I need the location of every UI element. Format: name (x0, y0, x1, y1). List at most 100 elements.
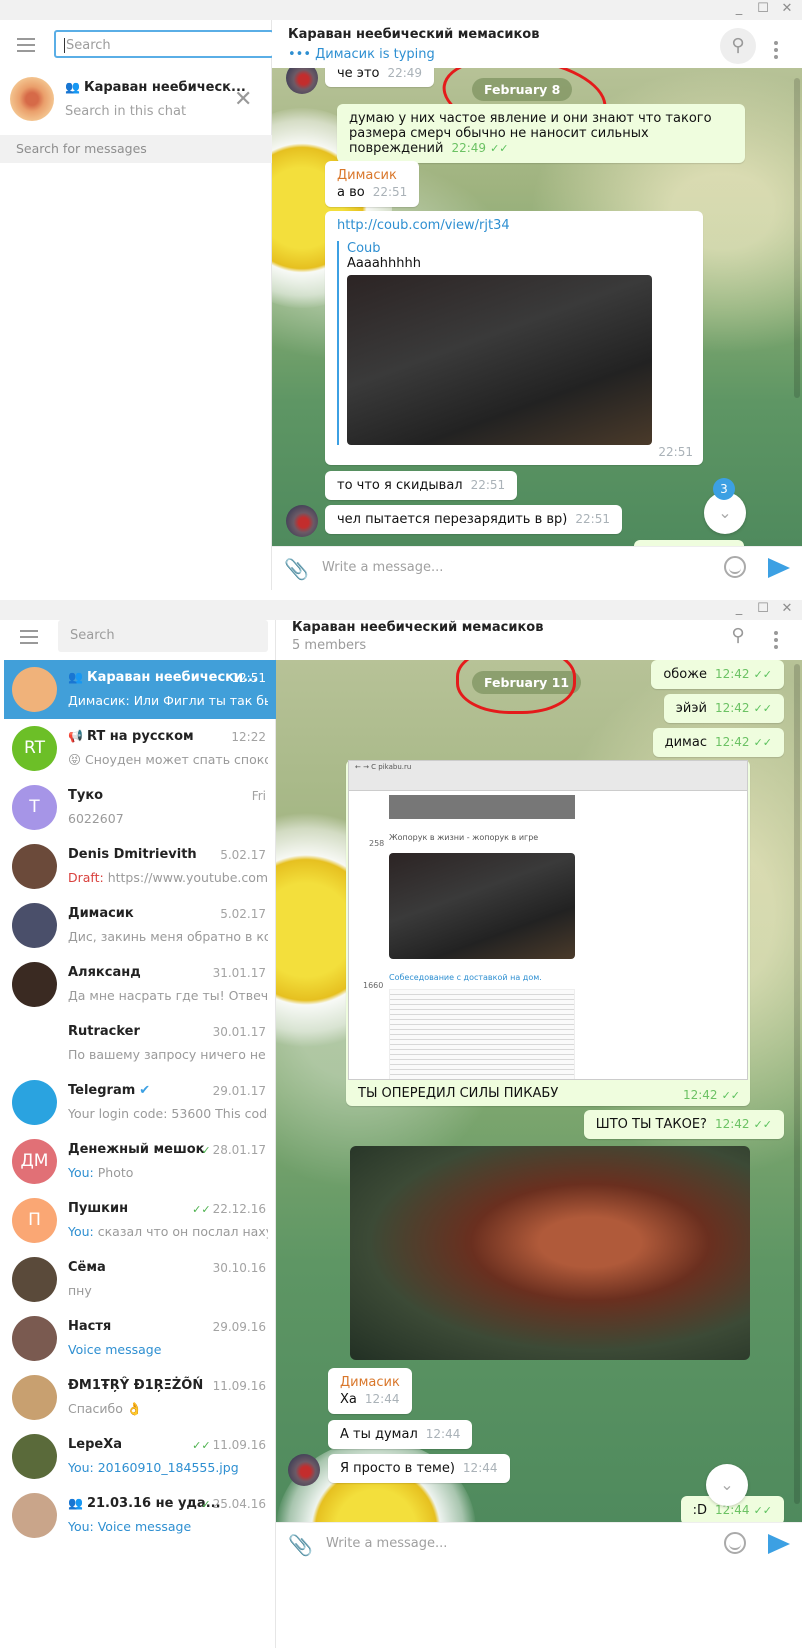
chat-list-item[interactable]: RT 📢 RT на русском 12:22 😝 Сноуден может спа… (4, 719, 276, 778)
chat-name: Димасик (68, 906, 134, 921)
message: чел пытается перезарядить в вр) 22:51 (325, 505, 622, 534)
avatar (286, 505, 318, 537)
chat-list-item[interactable]: ĐM1ŦŖŶ Đ1ŖΞŻÕŃ 11.09.16 Спасибо 👌 (4, 1368, 276, 1427)
you-label: Voice message (68, 1342, 162, 1357)
message-link[interactable]: http://coub.com/view/rjt34 (337, 218, 691, 233)
avatar (12, 1493, 57, 1538)
message: Димасик Ха 12:44 (328, 1368, 412, 1414)
chat-header: Караван неебический мемасиков 5 members … (276, 620, 802, 660)
avatar (10, 77, 54, 121)
you-label: You: (68, 1165, 94, 1180)
you-label: You: (68, 1224, 94, 1239)
chat-date: 12:22 (231, 730, 266, 744)
chat-list-item[interactable]: Димасик 5.02.17 Дис, закинь меня обратно в… (4, 896, 276, 955)
browser-bar: ← → C pikabu.ru (349, 761, 747, 791)
chat-title[interactable]: Караван неебический мемасиков (288, 27, 539, 42)
chat-list-item[interactable]: Rutracker 30.01.17 По вашему запросу ничег… (4, 1014, 276, 1073)
emoji-icon[interactable] (724, 1532, 746, 1554)
message: то что я скидывал 22:51 (325, 471, 518, 500)
message-input[interactable]: Write a message... (322, 560, 443, 575)
photo-message-image[interactable] (350, 1146, 750, 1360)
sender-name[interactable]: Димасик (337, 168, 407, 183)
photo-message: ← → C pikabu.ru 258 Жопорук в жизни - жо… (346, 760, 750, 1106)
sent-check-icon: ✓✓ (192, 1203, 211, 1216)
group-icon: 👥 (65, 80, 80, 94)
chat-preview: 6022607 (68, 811, 124, 826)
maximize-button[interactable]: ☐ (752, 1, 774, 17)
message: Димасик а во 22:51 (325, 161, 420, 207)
more-options-icon[interactable] (758, 618, 794, 654)
avatar (12, 1434, 57, 1479)
attach-icon[interactable]: 📎 (288, 1533, 313, 1557)
chat-list-item[interactable]: 👥 Караван неебически... 12:51 Димасик: Или … (4, 660, 276, 719)
sender-name[interactable]: Димасик (340, 1375, 400, 1390)
left-pane: Search 👥 Караван неебически... 12:51 Димаси… (4, 620, 276, 1648)
chat-date: 29.09.16 (212, 1320, 266, 1334)
message-text: димас (664, 735, 707, 750)
avatar (12, 1021, 57, 1066)
message-area: February 11 обоже 12:42 ✓✓ эйэй 12:42 ✓✓ дим… (276, 660, 802, 1522)
close-window-button[interactable]: ✕ (776, 1, 798, 17)
chat-list-item[interactable]: Т Туко Fri 6022607 (4, 778, 276, 837)
message-time: 12:42 (714, 667, 750, 681)
chat-list-item[interactable]: LepeXa ✓✓ 11.09.16 You: 20160910_184555.jpg (4, 1427, 276, 1486)
chat-list-item[interactable]: ДМ Денежный мешок ✓ 28.01.17 You: Photo (4, 1132, 276, 1191)
post-title: Собеседование с доставкой на дом. (389, 973, 542, 982)
chat-date: 30.10.16 (212, 1261, 266, 1275)
chat-list-item[interactable]: Аляксанд 31.01.17 Да мне насрать где ты! О… (4, 955, 276, 1014)
read-check-icon: ✓✓ (753, 702, 772, 715)
avatar: Т (12, 785, 57, 830)
avatar (12, 1375, 57, 1420)
search-placeholder: Search (66, 38, 111, 53)
group-icon: 👥 (68, 670, 83, 684)
search-input[interactable]: Search (54, 30, 274, 58)
chat-list-item[interactable]: Настя 29.09.16 Voice message (4, 1309, 276, 1368)
message-input[interactable]: Write a message... (326, 1536, 447, 1551)
close-window-button[interactable]: ✕ (776, 601, 798, 617)
chat-list-item[interactable]: Telegram ✔ 29.01.17 Your login code: 53600 … (4, 1073, 276, 1132)
top-window: _ ☐ ✕ Search 👥 Караван неебическ... Searc… (0, 0, 802, 590)
post-title: Жопорук в жизни - жопорук в игре (389, 833, 539, 842)
send-icon[interactable] (768, 558, 790, 578)
scrollbar[interactable] (794, 78, 800, 398)
chat-list-item[interactable]: Сёма 30.10.16 пну (4, 1250, 276, 1309)
search-input[interactable]: Search (58, 620, 268, 652)
search-icon[interactable]: ⚲ (720, 618, 756, 654)
minimize-button[interactable]: _ (728, 1, 750, 17)
message-text: чё это (337, 68, 380, 81)
chat-header: Караван неебический мемасиков ••• Димаси… (272, 20, 802, 68)
chat-title[interactable]: Караван неебический мемасиков (292, 620, 543, 635)
send-icon[interactable] (768, 1534, 790, 1554)
video-thumbnail[interactable] (347, 275, 652, 445)
minimize-button[interactable]: _ (728, 601, 750, 617)
avatar (288, 1454, 320, 1486)
avatar (12, 667, 57, 712)
chat-list-item[interactable]: П Пушкин ✓✓ 22.12.16 You: сказал что он посл… (4, 1191, 276, 1250)
emoji-icon[interactable] (724, 556, 746, 578)
menu-icon[interactable] (20, 630, 38, 644)
link-preview[interactable]: Coub Aaaahhhhh (337, 241, 691, 445)
scroll-down-button[interactable]: ⌄ (706, 1464, 748, 1506)
avatar (286, 68, 318, 94)
message-time: 12:44 (364, 1392, 400, 1406)
avatar (12, 962, 57, 1007)
search-in-chat-item[interactable]: 👥 Караван неебическ... Search in this cha… (0, 70, 272, 136)
chat-list-item[interactable]: Denis Dmitrievith 5.02.17 Draft: https://w… (4, 837, 276, 896)
sent-check-icon: ✓ (201, 1144, 211, 1157)
chat-name: LepeXa (68, 1437, 123, 1452)
close-icon[interactable]: ✕ (234, 87, 252, 112)
more-options-icon[interactable] (758, 28, 794, 64)
search-icon[interactable]: ⚲ (720, 28, 756, 64)
attach-icon[interactable]: 📎 (284, 557, 309, 581)
link-message: http://coub.com/view/rjt34 Coub Aaaahhhh… (325, 211, 703, 465)
members-count: 5 members (292, 638, 367, 653)
menu-icon[interactable] (17, 38, 35, 52)
maximize-button[interactable]: ☐ (752, 601, 774, 617)
compose-bar: 📎 Write a message... (276, 1522, 802, 1568)
scrollbar[interactable] (794, 664, 800, 1504)
screenshot-image[interactable]: ← → C pikabu.ru 258 Жопорук в жизни - жо… (348, 760, 748, 1080)
chat-list-item[interactable]: 👥 21.03.16 не уда... ✓ 25.04.16 You: Voice m… (4, 1486, 276, 1545)
message-text: то что я скидывал (337, 478, 463, 493)
message-text: :D (692, 1503, 707, 1518)
chat-name: Пушкин (68, 1201, 129, 1216)
